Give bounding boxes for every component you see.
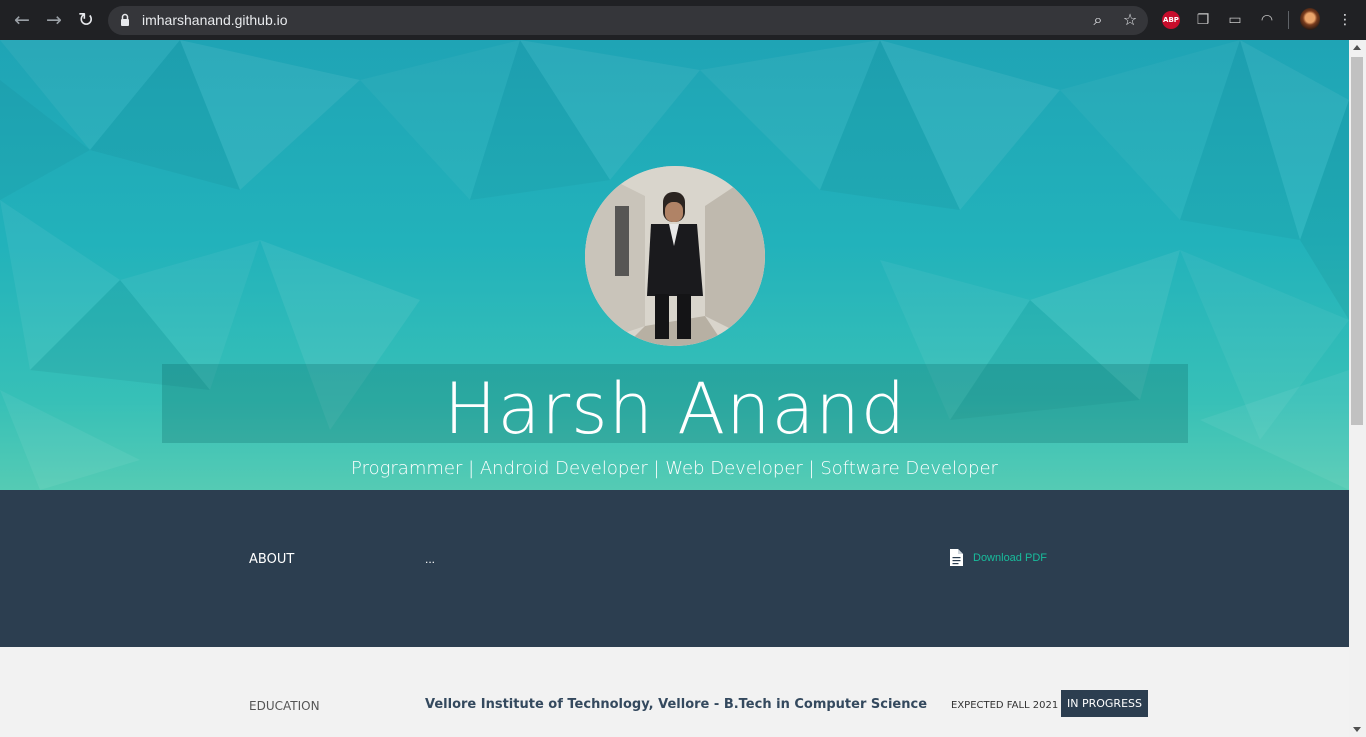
copy-extension-icon[interactable]: ❐: [1193, 10, 1213, 30]
education-label: EDUCATION: [249, 699, 320, 713]
menu-kebab-icon[interactable]: ⋮: [1335, 10, 1355, 30]
scroll-down-arrow-icon[interactable]: [1353, 727, 1361, 732]
document-icon: [950, 549, 963, 566]
lock-icon: [121, 13, 129, 26]
about-label: ABOUT: [249, 552, 295, 567]
toolbar-divider: [1288, 11, 1289, 29]
avatar-image: [1300, 8, 1320, 30]
hero-section: Harsh Anand Programmer | Android Develop…: [0, 40, 1349, 490]
education-section: EDUCATION Vellore Institute of Technolog…: [0, 647, 1349, 737]
about-text: ...: [425, 552, 436, 566]
adblock-plus-icon[interactable]: ABP: [1161, 10, 1181, 30]
address-bar[interactable]: imharshanand.github.io ⌕ ☆: [108, 6, 1148, 35]
page-title: Harsh Anand: [443, 368, 907, 450]
url-text: imharshanand.github.io: [142, 12, 288, 28]
page-scrollbar[interactable]: [1349, 40, 1366, 737]
status-badge: IN PROGRESS: [1061, 690, 1148, 717]
person-portrait-image: [585, 166, 765, 346]
name-banner: Harsh Anand: [162, 364, 1188, 450]
about-section: ABOUT ... Download PDF: [0, 490, 1349, 647]
reload-button[interactable]: ↻: [74, 8, 98, 32]
education-school: Vellore Institute of Technology, Vellore…: [425, 697, 928, 712]
browser-toolbar: ← → ↻ imharshanand.github.io ⌕ ☆ ABP ❐ ▭…: [0, 0, 1366, 41]
education-date: EXPECTED FALL 2021: [951, 700, 1059, 711]
profile-avatar[interactable]: [1300, 8, 1320, 30]
scroll-thumb[interactable]: [1351, 57, 1363, 425]
download-pdf-link[interactable]: Download PDF: [950, 549, 1047, 566]
profile-photo: [585, 166, 765, 346]
download-pdf-label: Download PDF: [973, 551, 1047, 564]
back-button[interactable]: ←: [10, 8, 34, 32]
scroll-up-arrow-icon[interactable]: [1353, 45, 1361, 50]
bookmark-star-icon[interactable]: ☆: [1120, 10, 1140, 30]
tagline: Programmer | Android Developer | Web Dev…: [351, 458, 998, 479]
zoom-icon[interactable]: ⌕: [1088, 10, 1108, 30]
cast-extension-icon[interactable]: ▭: [1225, 10, 1245, 30]
forward-button[interactable]: →: [42, 8, 66, 32]
vpn-extension-icon[interactable]: ◠: [1257, 10, 1277, 30]
